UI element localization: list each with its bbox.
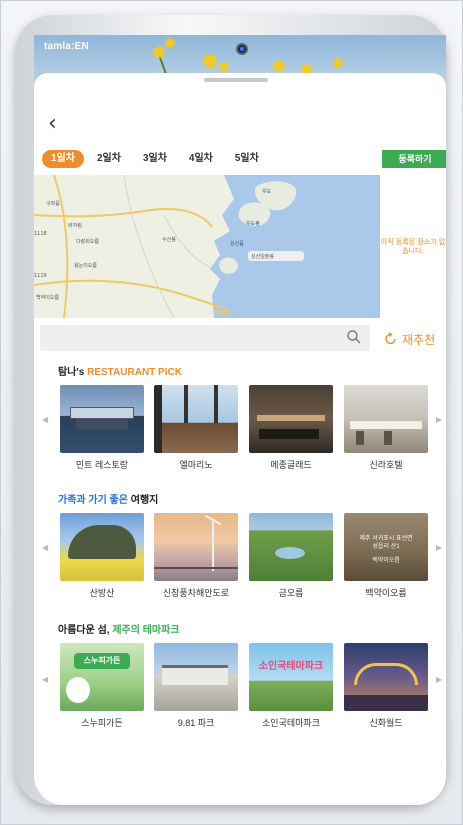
card-image xyxy=(60,385,144,453)
family-row: 산방산 신창풍차해안도로 금오름 제주 서귀포시 표선면 성읍리 산1 백약이오… xyxy=(60,513,430,603)
card-image: 스누피가든 xyxy=(60,643,144,711)
card-title: 신창풍차해안도로 xyxy=(162,588,230,598)
phone-body: tamla:EN ‹ 1일차 2일차 3일차 4일차 5일차 등록하기 구좌읍 … xyxy=(15,15,447,805)
search-icon[interactable] xyxy=(346,329,362,345)
card-baekyakioreum[interactable]: 제주 서귀포시 표선면 성읍리 산1 백약이오름 백약이오름 xyxy=(344,513,428,599)
map-label-baekyak: 백약이오름 xyxy=(36,294,59,301)
card-title: 스누피가든 xyxy=(81,718,123,728)
section-title-themepark: 아름다운 섬, 제주의 테마파크 xyxy=(58,625,180,636)
map-graphic: 구좌읍 비자림 다랑쉬오름 용눈이오름 백약이오름 우도 성산읍 수산봉 성산일… xyxy=(34,175,380,318)
screen: tamla:EN ‹ 1일차 2일차 3일차 4일차 5일차 등록하기 구좌읍 … xyxy=(34,35,446,805)
sheet-handle[interactable] xyxy=(204,78,268,82)
baekyak-thumb-line-3: 백약이오름 xyxy=(372,558,400,564)
card-soinguk-themepark[interactable]: 소인국테마파크 소인국테마파크 xyxy=(249,643,333,729)
prev-arrow-icon[interactable]: ◀ xyxy=(42,543,48,552)
card-image xyxy=(154,385,238,453)
card-image: 제주 서귀포시 표선면 성읍리 산1 백약이오름 xyxy=(344,513,428,581)
map-empty-message: 아직 등록된 장소가 없습니다. xyxy=(380,175,446,318)
device-frame: tamla:EN ‹ 1일차 2일차 3일차 4일차 5일차 등록하기 구좌읍 … xyxy=(0,0,463,825)
card-title: 민트 레스토랑 xyxy=(75,460,129,470)
prev-arrow-icon[interactable]: ◀ xyxy=(42,675,48,684)
card-title: 메종글래드 xyxy=(270,460,312,470)
card-title: 신라호텔 xyxy=(369,460,403,470)
back-icon[interactable]: ‹ xyxy=(48,113,57,135)
map-label-road-1118: 1118 xyxy=(34,231,47,237)
card-geumoreum[interactable]: 금오름 xyxy=(249,513,333,599)
card-image xyxy=(154,643,238,711)
map-label-seongsan: 성산읍 xyxy=(230,240,244,247)
card-image xyxy=(249,513,333,581)
themepark-row: 스누피가든 스누피가든 9.81 파크 소인국테마파크 소인국테마파크 신화월드 xyxy=(60,643,430,733)
next-arrow-icon[interactable]: ▶ xyxy=(436,543,442,552)
card-image xyxy=(154,513,238,581)
map-label-road-1119: 1119 xyxy=(34,273,47,279)
camera-notch xyxy=(236,43,248,55)
card-maison-glad[interactable]: 메종글래드 xyxy=(249,385,333,471)
next-arrow-icon[interactable]: ▶ xyxy=(436,415,442,424)
snoopy-thumb-sign: 스누피가든 xyxy=(74,653,130,669)
card-shinhwa-world[interactable]: 신화월드 xyxy=(344,643,428,729)
bottom-sheet: ‹ 1일차 2일차 3일차 4일차 5일차 등록하기 구좌읍 비자림 다랑쉬오름… xyxy=(34,73,446,805)
card-title: 산방산 xyxy=(89,588,115,598)
card-title: 엘마리노 xyxy=(179,460,213,470)
soinguk-thumb-sign: 소인국테마파크 xyxy=(258,661,324,672)
card-image xyxy=(344,385,428,453)
map-label-darangshi: 다랑쉬오름 xyxy=(76,238,99,245)
rerecommend-label: 재추천 xyxy=(402,332,436,347)
tab-day-2[interactable]: 2일차 xyxy=(88,150,130,168)
prev-arrow-icon[interactable]: ◀ xyxy=(42,415,48,424)
card-snoopy-garden[interactable]: 스누피가든 스누피가든 xyxy=(60,643,144,729)
brand-logo: tamla:EN xyxy=(44,41,89,52)
card-title: 9.81 파크 xyxy=(177,718,215,728)
map-label-udobong: 우도봉 xyxy=(246,221,260,227)
card-981-park[interactable]: 9.81 파크 xyxy=(154,643,238,729)
rerecommend-button[interactable]: 재추천 xyxy=(384,329,435,349)
map-label-gujwa: 구좌읍 xyxy=(46,200,60,207)
card-image xyxy=(60,513,144,581)
card-elmarino[interactable]: 엘마리노 xyxy=(154,385,238,471)
day-tabs: 1일차 2일차 3일차 4일차 5일차 xyxy=(42,150,272,168)
map-label-udo: 우도 xyxy=(262,189,272,195)
card-title: 백약이오름 xyxy=(365,588,407,598)
card-title: 금오름 xyxy=(278,588,304,598)
map-label-yongnuni: 용눈이오름 xyxy=(74,262,97,269)
section-title-restaurant: 탐나's RESTAURANT PICK xyxy=(58,367,182,378)
card-sinchang-windmill[interactable]: 신창풍차해안도로 xyxy=(154,513,238,599)
restaurant-row: 민트 레스토랑 엘마리노 메종글래드 신라호텔 xyxy=(60,385,430,475)
map-label-susanbong: 수산봉 xyxy=(162,236,176,243)
card-image xyxy=(344,643,428,711)
card-title: 신화월드 xyxy=(369,718,403,728)
baekyak-thumb-line-1: 제주 서귀포시 표선면 xyxy=(359,536,413,542)
refresh-icon xyxy=(385,332,396,345)
map-label-ilchulbong: 성산일출봉 xyxy=(251,253,274,260)
card-shilla-hotel[interactable]: 신라호텔 xyxy=(344,385,428,471)
card-mint-restaurant[interactable]: 민트 레스토랑 xyxy=(60,385,144,471)
tab-day-1[interactable]: 1일차 xyxy=(42,150,84,168)
search-input[interactable] xyxy=(40,325,370,351)
register-button[interactable]: 등록하기 xyxy=(382,150,446,168)
card-title: 소인국테마파크 xyxy=(262,718,320,728)
baekyak-thumb-line-2: 성읍리 산1 xyxy=(372,544,400,550)
tab-day-5[interactable]: 5일차 xyxy=(226,150,268,168)
tab-day-3[interactable]: 3일차 xyxy=(134,150,176,168)
map-view[interactable]: 구좌읍 비자림 다랑쉬오름 용눈이오름 백약이오름 우도 성산읍 수산봉 성산일… xyxy=(34,175,380,318)
map-label-bijarim: 비자림 xyxy=(68,222,82,229)
card-image: 소인국테마파크 xyxy=(249,643,333,711)
section-title-family: 가족과 가기 좋은 여행지 xyxy=(58,495,159,506)
next-arrow-icon[interactable]: ▶ xyxy=(436,675,442,684)
tab-day-4[interactable]: 4일차 xyxy=(180,150,222,168)
card-sanbangsan[interactable]: 산방산 xyxy=(60,513,144,599)
card-image xyxy=(249,385,333,453)
